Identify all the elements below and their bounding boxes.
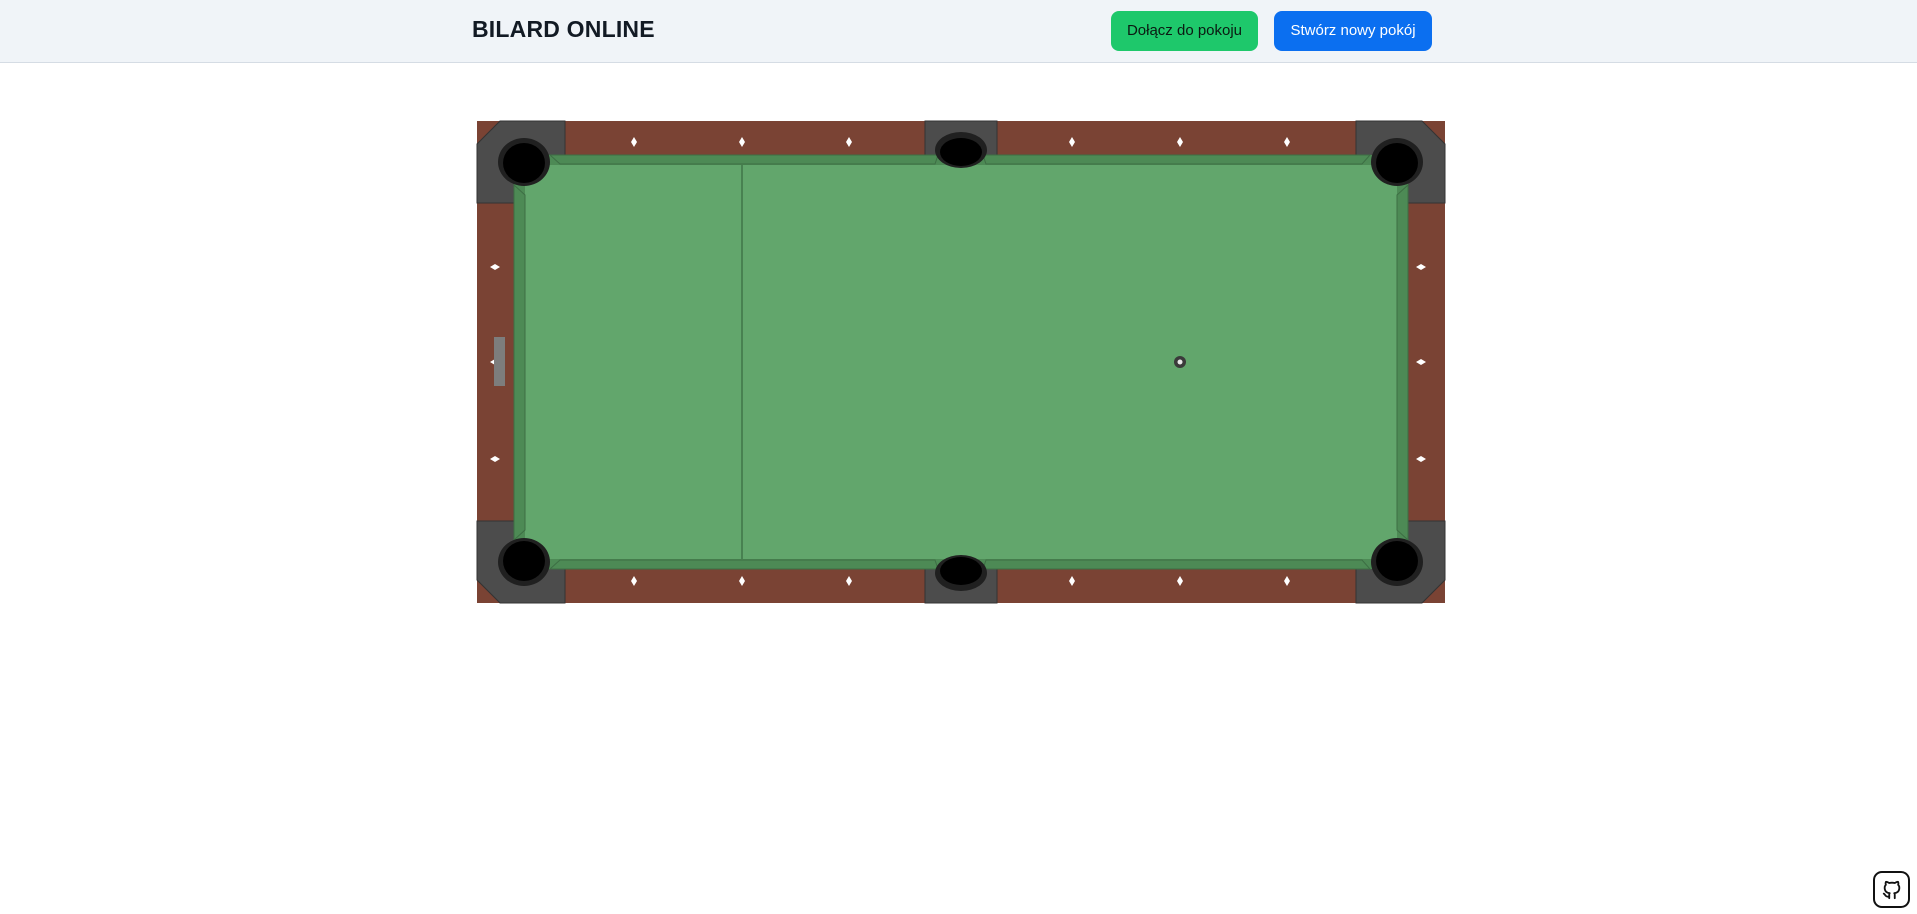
cushion-top-left xyxy=(548,154,939,165)
pocket-top-left-hole xyxy=(503,143,545,183)
cushion-top-right xyxy=(982,154,1372,165)
cushion-left xyxy=(513,183,526,542)
pool-table[interactable] xyxy=(0,0,1917,914)
felt xyxy=(525,165,1397,559)
pocket-top-right-hole xyxy=(1376,143,1418,183)
cushion-right xyxy=(1396,183,1409,542)
cue-ball-center xyxy=(1177,359,1183,365)
pocket-bottom-middle-hole xyxy=(940,557,982,585)
cushion-bottom-right xyxy=(982,559,1372,570)
cushion-bottom-left xyxy=(548,559,939,570)
pocket-top-middle-hole xyxy=(940,138,982,166)
github-link[interactable] xyxy=(1873,871,1910,908)
github-icon xyxy=(1882,880,1900,899)
pocket-bottom-right-hole xyxy=(1376,541,1418,581)
power-indicator xyxy=(494,337,505,386)
pocket-bottom-left-hole xyxy=(503,541,545,581)
